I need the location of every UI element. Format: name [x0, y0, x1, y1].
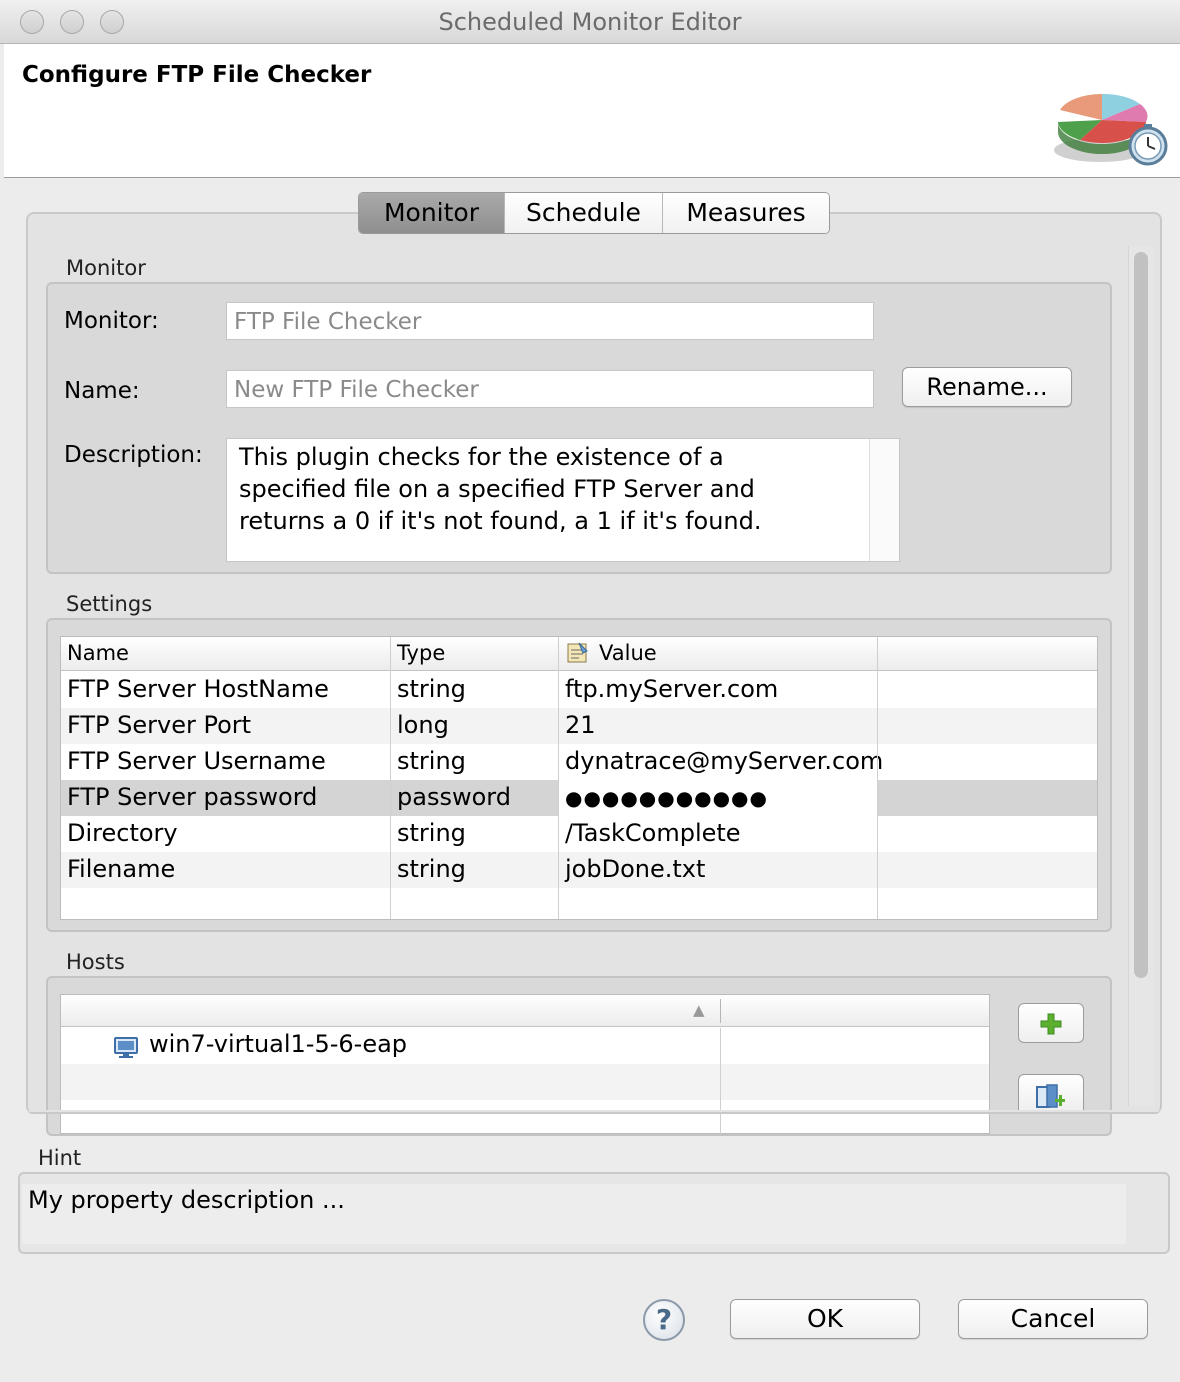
- password-editor[interactable]: ●●●●●●●●●●●: [559, 780, 877, 816]
- description-field[interactable]: This plugin checks for the existence of …: [226, 438, 900, 562]
- tab-schedule[interactable]: Schedule: [505, 193, 663, 233]
- password-value[interactable]: ●●●●●●●●●●●: [565, 786, 768, 810]
- setting-value[interactable]: /TaskComplete: [565, 819, 741, 847]
- remove-host-icon: [1036, 1084, 1065, 1108]
- description-line: returns a 0 if it's not found, a 1 if it…: [239, 507, 762, 535]
- setting-name: Directory: [67, 819, 178, 847]
- cancel-button[interactable]: Cancel: [958, 1299, 1148, 1339]
- monitor-field[interactable]: FTP File Checker: [226, 302, 874, 340]
- hint-text: My property description ...: [28, 1186, 345, 1214]
- setting-type: password: [397, 783, 511, 811]
- computer-icon: [114, 1037, 138, 1058]
- panel-bottom-edge: [28, 1110, 1160, 1114]
- sort-ascending-icon[interactable]: ▲: [693, 1001, 705, 1019]
- add-host-button[interactable]: [1018, 1003, 1084, 1043]
- setting-value[interactable]: 21: [565, 711, 596, 739]
- setting-name: FTP Server password: [67, 783, 318, 811]
- tab-bar: Monitor Schedule Measures: [358, 192, 830, 234]
- setting-name: FTP Server Username: [67, 747, 326, 775]
- dialog-header: Configure FTP File Checker: [4, 44, 1180, 178]
- name-field-label: Name:: [64, 378, 140, 404]
- table-row[interactable]: FTP Server HostName string ftp.myServer.…: [61, 672, 1097, 708]
- setting-name: Filename: [67, 855, 176, 883]
- monitor-field-label: Monitor:: [64, 308, 159, 334]
- panel-scrollbar-thumb[interactable]: [1134, 252, 1148, 978]
- hosts-table-header[interactable]: ▲: [61, 995, 989, 1027]
- settings-table-header: Name Type Value: [61, 637, 1097, 671]
- setting-value[interactable]: jobDone.txt: [565, 855, 705, 883]
- setting-type: string: [397, 855, 466, 883]
- window-title: Scheduled Monitor Editor: [438, 8, 742, 36]
- ok-button[interactable]: OK: [730, 1299, 920, 1339]
- host-row[interactable]: win7-virtual1-5-6-eap: [61, 1028, 989, 1064]
- empty-host-row: [61, 1064, 989, 1100]
- setting-type: string: [397, 819, 466, 847]
- table-row[interactable]: FTP Server Port long 21: [61, 708, 1097, 744]
- table-row[interactable]: Directory string /TaskComplete: [61, 816, 1097, 852]
- description-text: This plugin checks for the existence of …: [239, 441, 859, 537]
- setting-value[interactable]: ftp.myServer.com: [565, 675, 778, 703]
- setting-type: long: [397, 711, 449, 739]
- rename-button[interactable]: Rename...: [902, 367, 1072, 407]
- hint-label: Hint: [38, 1146, 82, 1170]
- description-scrollbar[interactable]: [869, 439, 899, 561]
- name-field[interactable]: New FTP File Checker: [226, 370, 874, 408]
- dialog-title: Configure FTP File Checker: [22, 62, 372, 88]
- description-line: specified file on a specified FTP Server…: [239, 475, 755, 503]
- properties-icon: [567, 642, 588, 663]
- setting-type: string: [397, 747, 466, 775]
- table-row-selected[interactable]: FTP Server password password ●●●●●●●●●●●: [61, 780, 1097, 816]
- tab-monitor[interactable]: Monitor: [359, 193, 505, 233]
- remove-host-button[interactable]: [1018, 1074, 1084, 1110]
- column-header-type[interactable]: Type: [397, 641, 445, 665]
- description-line: This plugin checks for the existence of …: [239, 443, 724, 471]
- table-row[interactable]: FTP Server Username string dynatrace@myS…: [61, 744, 1097, 780]
- hint-box: My property description ...: [18, 1172, 1170, 1254]
- monitor-chart-clock-icon: [1054, 93, 1168, 166]
- host-name: win7-virtual1-5-6-eap: [149, 1030, 408, 1058]
- column-header-name[interactable]: Name: [67, 641, 129, 665]
- monitor-section-label: Monitor: [66, 256, 146, 280]
- settings-section-label: Settings: [66, 592, 153, 616]
- title-bar: Scheduled Monitor Editor: [0, 0, 1180, 44]
- table-row[interactable]: Filename string jobDone.txt: [61, 852, 1097, 888]
- description-field-label: Description:: [64, 442, 203, 468]
- settings-table: Name Type Value FTP Server HostName stri…: [60, 636, 1098, 920]
- setting-value[interactable]: dynatrace@myServer.com: [565, 747, 883, 775]
- tab-measures[interactable]: Measures: [663, 193, 829, 233]
- help-icon[interactable]: ?: [643, 1299, 685, 1341]
- column-header-value[interactable]: Value: [599, 641, 657, 665]
- setting-name: FTP Server HostName: [67, 675, 329, 703]
- setting-type: string: [397, 675, 466, 703]
- setting-name: FTP Server Port: [67, 711, 252, 739]
- hosts-section-label: Hosts: [66, 950, 125, 974]
- add-plus-icon: [1040, 1013, 1062, 1035]
